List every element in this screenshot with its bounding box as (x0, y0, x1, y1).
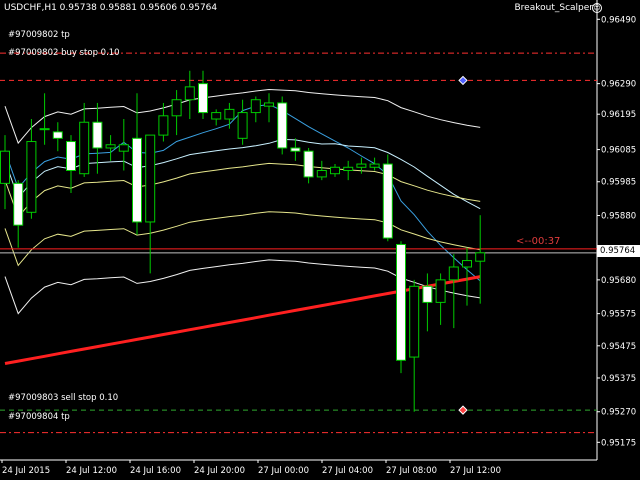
time-tick-label: 24 Jul 12:00 (66, 466, 117, 476)
candle-body (26, 141, 37, 213)
candle-body (356, 163, 367, 168)
price-tick-label: 0.96085 (601, 146, 636, 156)
ma-red-line (4, 275, 481, 365)
candles (0, 70, 486, 412)
candle-body (369, 163, 380, 168)
candle-body (343, 166, 354, 171)
candle-body (462, 260, 472, 268)
time-tick-label: 27 Jul 00:00 (258, 466, 309, 476)
time-tick-label: 27 Jul 12:00 (450, 466, 501, 476)
candle-body (171, 99, 182, 117)
bar-countdown: <--00:37 (516, 236, 561, 247)
price-tick-label: 0.95375 (601, 374, 636, 384)
price-tick-label: 0.96490 (601, 15, 636, 25)
order-label-tp-buy[interactable]: #97009802 tp (8, 30, 70, 40)
order-marker-icon (458, 405, 468, 415)
candle-body (303, 150, 314, 178)
smiley-icon[interactable]: ☺ (592, 3, 602, 13)
ea-name: Breakout_Scalper (514, 3, 594, 13)
candle-body (66, 141, 76, 171)
candle-body (145, 134, 156, 223)
candle-body (79, 121, 90, 175)
time-tick-label: 27 Jul 08:00 (386, 466, 437, 476)
candle-body (277, 102, 288, 149)
candle-body (237, 112, 248, 139)
candle-body (13, 182, 24, 226)
symbol-info: USDCHF,H1 0.95738 0.95881 0.95606 0.9576… (4, 3, 218, 13)
candle-body (132, 137, 142, 223)
candle-body (264, 102, 274, 107)
band-lower-line (4, 211, 481, 267)
price-tick-label: 0.96195 (601, 110, 636, 120)
candle-body (250, 99, 261, 114)
candle-body (198, 83, 208, 114)
candle-body (92, 121, 103, 149)
price-tick-label: 0.95270 (601, 408, 636, 418)
price-tick-label: 0.96290 (601, 80, 636, 90)
order-marker-icon (458, 75, 468, 86)
candle-body (475, 252, 486, 262)
price-tick-label: 0.95475 (601, 342, 636, 352)
candle-body (52, 131, 63, 139)
candle-body (184, 86, 195, 101)
price-tick-label: 0.95880 (601, 212, 636, 222)
order-label-tp-sell[interactable]: #97009804 tp (8, 412, 70, 422)
candle-body (290, 147, 301, 152)
candle-body (224, 108, 235, 120)
price-tick-label: 0.95575 (601, 310, 636, 320)
candle-body (105, 144, 116, 149)
candle-body (0, 150, 10, 184)
candle-body (448, 266, 459, 281)
price-tick-label: 0.95175 (601, 438, 636, 448)
candle-body (316, 169, 327, 178)
chart-window[interactable]: 0.96490 0.96290 0.96195 0.96085 0.95985 0.958… (0, 0, 640, 480)
band-bottom-line (4, 259, 481, 315)
candle-body (211, 112, 222, 120)
order-lines (0, 52, 597, 434)
candle-body (39, 128, 50, 131)
price-tick-label: 0.95985 (601, 178, 636, 188)
candle-body (409, 285, 420, 358)
candle-body (118, 144, 129, 152)
candle-body (330, 166, 340, 175)
candle-body (422, 285, 433, 303)
time-tick-label: 24 Jul 16:00 (130, 466, 181, 476)
candle-body (382, 163, 393, 239)
time-tick-label: 24 Jul 2015 (2, 466, 50, 476)
order-label-sell-stop[interactable]: #97009803 sell stop 0.10 (8, 393, 118, 403)
price-tick-label: 0.95680 (601, 276, 636, 286)
current-price-label: 0.95764 (597, 245, 640, 257)
candle-body (435, 279, 446, 303)
candle-body (396, 243, 406, 361)
time-tick-label: 27 Jul 04:00 (322, 466, 373, 476)
candle-body (158, 115, 169, 136)
order-label-buy-stop[interactable]: #97009802 buy stop 0.10 (8, 48, 120, 58)
ma-light-line (4, 138, 481, 210)
time-tick-label: 24 Jul 20:00 (194, 466, 245, 476)
